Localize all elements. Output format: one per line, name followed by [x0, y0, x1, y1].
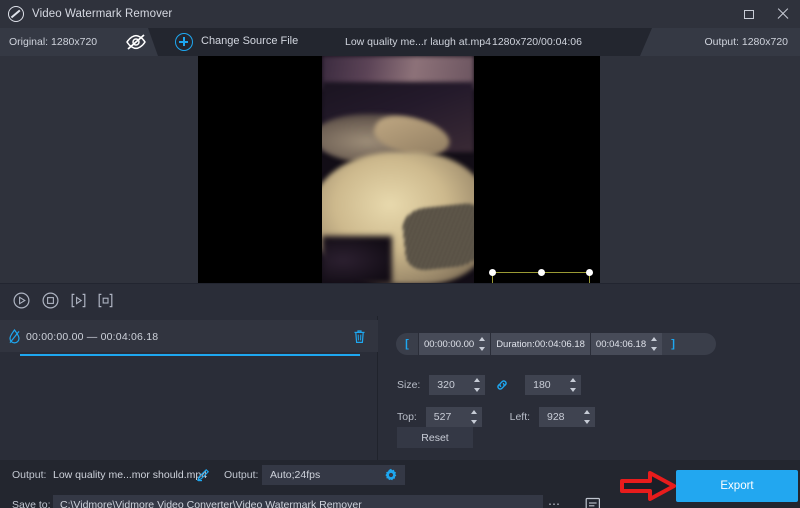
top-value: 527 — [434, 411, 466, 423]
save-to-path-value: C:\Vidmore\Vidmore Video Converter\Video… — [60, 499, 362, 508]
bracket-right-icon[interactable]: ] — [662, 338, 684, 350]
size-height-value: 180 — [533, 379, 565, 391]
watermark-area-time-range: 00:00:00.00 — 00:04:06.18 — [26, 331, 158, 343]
end-time-spinner-icon[interactable] — [649, 336, 660, 352]
resize-handle-top-right[interactable] — [586, 269, 593, 276]
size-width-value: 320 — [437, 379, 469, 391]
start-time-value: 00:00:00.00 — [424, 339, 474, 350]
top-input[interactable]: 527 — [426, 407, 482, 427]
watermark-droplet-icon — [8, 329, 21, 344]
output-name-label: Output: — [12, 469, 46, 481]
window-controls — [732, 0, 800, 28]
bracket-left-icon[interactable]: [ — [396, 338, 418, 350]
size-label: Size: — [397, 379, 420, 391]
video-frame — [322, 56, 474, 283]
save-to-path-input[interactable]: C:\Vidmore\Vidmore Video Converter\Video… — [53, 495, 543, 508]
position-row: Top: 527 Left: 928 — [397, 407, 595, 427]
size-height-input[interactable]: 180 — [525, 375, 581, 395]
resize-handle-top-left[interactable] — [489, 269, 496, 276]
left-input[interactable]: 928 — [539, 407, 595, 427]
end-time-value: 00:04:06.18 — [596, 339, 646, 350]
save-to-label: Save to: — [12, 499, 51, 508]
watermark-remover-logo-icon — [8, 6, 24, 22]
output-format-label: Output: — [224, 469, 258, 481]
folder-icon[interactable] — [585, 496, 601, 508]
top-label: Top: — [397, 411, 417, 423]
output-format-select[interactable]: Auto;24fps — [262, 465, 405, 485]
watermark-area-progress — [20, 354, 360, 356]
video-pixels-stripes — [401, 202, 474, 272]
title-bar: Video Watermark Remover — [0, 0, 800, 28]
size-height-spinner-icon[interactable] — [568, 377, 579, 393]
top-spinner-icon[interactable] — [469, 409, 480, 425]
video-pixels-shadow — [322, 236, 392, 283]
link-chain-icon[interactable] — [495, 378, 509, 392]
left-value: 928 — [547, 411, 579, 423]
output-format-value: Auto;24fps — [270, 469, 320, 481]
size-row: Size: 320 180 — [397, 375, 581, 395]
stop-circle-icon[interactable] — [42, 292, 59, 309]
close-icon[interactable] — [766, 0, 800, 28]
pencil-icon[interactable] — [196, 468, 210, 482]
source-bar: Original: 1280x720 Change Source File Lo… — [0, 28, 800, 56]
original-resolution-label: Original: 1280x720 — [9, 36, 97, 48]
video-watermark-remover-window: Video Watermark Remover Original: 1280x7… — [0, 0, 800, 508]
player-control-bar: 00:00:01.24 /00:04:06.18 — [0, 283, 800, 316]
watermark-area-item[interactable]: 00:00:00.00 — 00:04:06.18 — [0, 320, 378, 352]
end-time-field[interactable]: 00:04:06.18 — [590, 333, 662, 355]
duration-value: Duration:00:04:06.18 — [496, 339, 585, 350]
size-width-input[interactable]: 320 — [429, 375, 485, 395]
output-resolution-label: Output: 1280x720 — [705, 36, 788, 48]
red-arrow-pointer-icon — [620, 471, 676, 501]
stop-bracket-icon[interactable] — [97, 292, 114, 309]
source-file-name: Low quality me...r laugh at.mp4 — [345, 36, 491, 48]
window-title: Video Watermark Remover — [32, 8, 172, 20]
source-file-meta: 1280x720/00:04:06 — [492, 36, 582, 48]
trim-range-bar: [ 00:00:00.00 Duration:00:04:06.18 00:04… — [396, 333, 716, 355]
left-label: Left: — [510, 411, 530, 423]
gear-icon[interactable] — [384, 468, 398, 482]
play-circle-icon[interactable] — [13, 292, 30, 309]
eye-slash-icon[interactable] — [125, 33, 147, 51]
watermark-area-list-panel: 00:00:00.00 — 00:04:06.18 00:00:00.00-00… — [0, 316, 378, 460]
output-name-value: Low quality me...mor should.mp4 — [53, 469, 207, 481]
video-stage[interactable] — [198, 56, 600, 283]
start-time-field[interactable]: 00:00:00.00 — [418, 333, 490, 355]
trash-icon[interactable] — [353, 329, 366, 344]
resize-handle-top-center[interactable] — [538, 269, 545, 276]
output-tab[interactable]: Output: 1280x720 — [640, 28, 800, 56]
plus-circle-icon[interactable] — [175, 33, 193, 51]
maximize-icon[interactable] — [732, 0, 766, 28]
preview-area — [0, 56, 800, 283]
ellipsis-icon[interactable]: ⋯ — [548, 497, 561, 508]
left-spinner-icon[interactable] — [582, 409, 593, 425]
duration-field: Duration:00:04:06.18 — [490, 333, 590, 355]
size-width-spinner-icon[interactable] — [472, 377, 483, 393]
play-bracket-icon[interactable] — [70, 292, 87, 309]
export-button[interactable]: Export — [676, 470, 798, 502]
reset-button[interactable]: Reset — [397, 427, 473, 448]
change-source-file-button[interactable]: Change Source File — [201, 35, 298, 47]
start-time-spinner-icon[interactable] — [477, 336, 488, 352]
